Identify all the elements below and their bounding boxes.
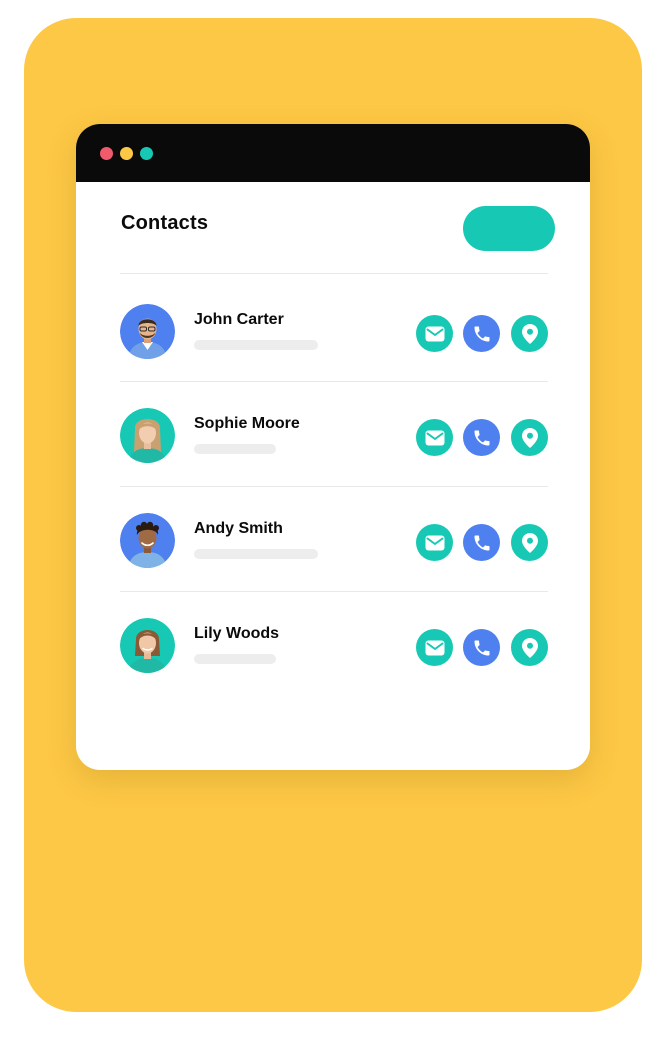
contacts-window: Contacts John Carter Sophie Moore Andy S… (76, 124, 590, 770)
email-icon (425, 430, 444, 445)
contact-name: Andy Smith (194, 520, 283, 537)
location-button[interactable] (511, 419, 548, 456)
contact-name: Lily Woods (194, 625, 280, 642)
contact-row-lily-woods[interactable]: Lily Woods (120, 616, 550, 676)
email-button[interactable] (416, 629, 453, 666)
row-divider (120, 591, 548, 592)
contact-name: John Carter (194, 311, 284, 328)
phone-icon (474, 535, 489, 550)
contact-row-john-carter[interactable]: John Carter (120, 302, 550, 362)
call-button[interactable] (463, 524, 500, 561)
row-divider (120, 381, 548, 382)
contact-detail-placeholder (194, 444, 276, 454)
location-pin-icon (521, 532, 538, 553)
contact-detail-placeholder (194, 340, 318, 350)
avatar[interactable] (120, 618, 175, 673)
email-icon (425, 535, 444, 550)
avatar[interactable] (120, 513, 175, 568)
location-button[interactable] (511, 524, 548, 561)
call-button[interactable] (463, 629, 500, 666)
woman-avatar-icon (120, 618, 175, 673)
window-titlebar (76, 124, 590, 182)
phone-icon (474, 640, 489, 655)
location-pin-icon (521, 637, 538, 658)
call-button[interactable] (463, 315, 500, 352)
contact-detail-placeholder (194, 549, 318, 559)
email-icon (425, 326, 444, 341)
window-minimize-dot[interactable] (120, 147, 133, 160)
window-close-dot[interactable] (100, 147, 113, 160)
phone-icon (474, 326, 489, 341)
man-avatar-icon (120, 304, 175, 359)
woman-avatar-icon (120, 408, 175, 463)
call-button[interactable] (463, 419, 500, 456)
row-divider (120, 486, 548, 487)
page-stage: Contacts John Carter Sophie Moore Andy S… (0, 0, 666, 1042)
location-pin-icon (521, 323, 538, 344)
email-button[interactable] (416, 419, 453, 456)
contact-detail-placeholder (194, 654, 276, 664)
email-icon (425, 640, 444, 655)
location-button[interactable] (511, 629, 548, 666)
location-button[interactable] (511, 315, 548, 352)
email-button[interactable] (416, 524, 453, 561)
avatar[interactable] (120, 408, 175, 463)
contact-row-sophie-moore[interactable]: Sophie Moore (120, 406, 550, 466)
header-divider (120, 273, 548, 274)
man-avatar-icon (120, 513, 175, 568)
phone-icon (474, 430, 489, 445)
contact-name: Sophie Moore (194, 415, 300, 432)
email-button[interactable] (416, 315, 453, 352)
add-contact-button[interactable] (463, 206, 555, 251)
page-title: Contacts (121, 212, 209, 234)
avatar[interactable] (120, 304, 175, 359)
location-pin-icon (521, 427, 538, 448)
window-maximize-dot[interactable] (140, 147, 153, 160)
contact-row-andy-smith[interactable]: Andy Smith (120, 511, 550, 571)
